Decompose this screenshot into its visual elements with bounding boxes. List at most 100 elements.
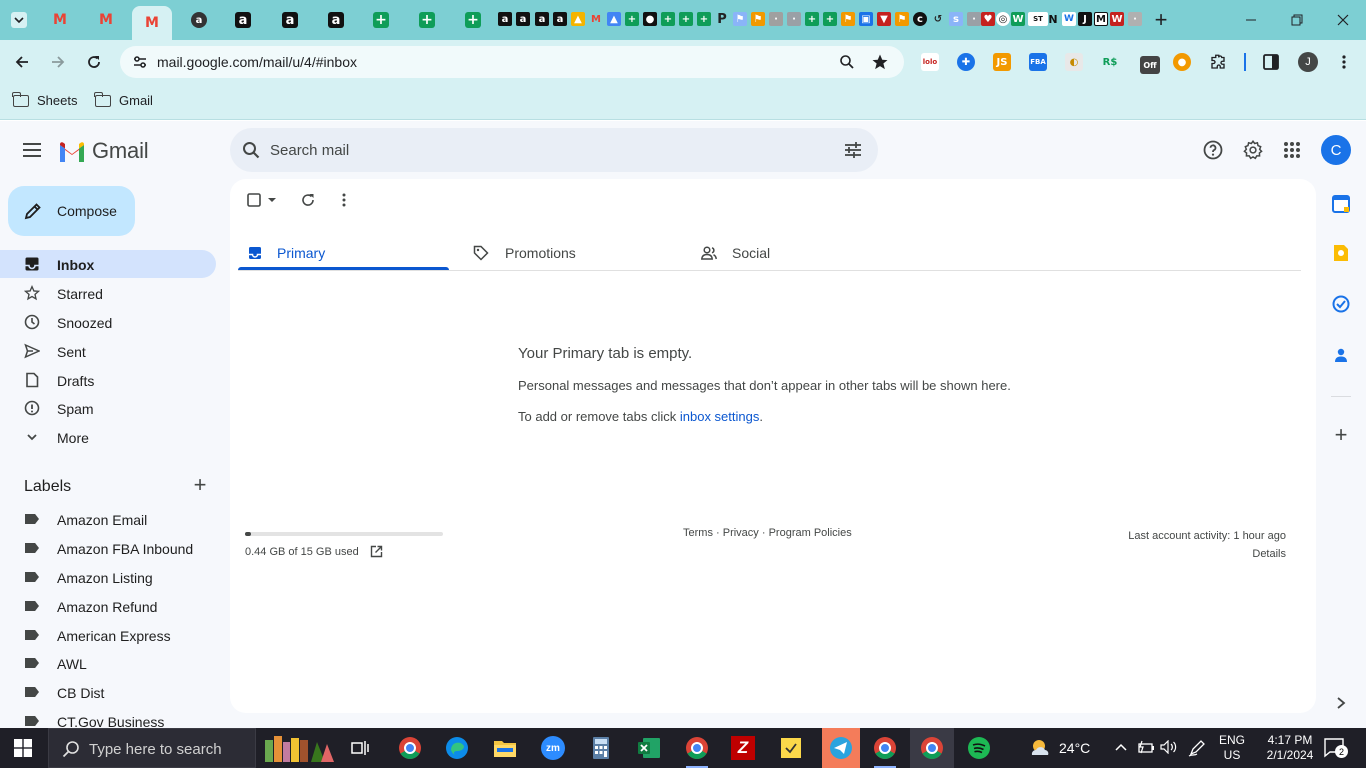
- app-favicon-icon[interactable]: ⚑: [733, 12, 747, 26]
- keep-addon-button[interactable]: [1331, 243, 1351, 263]
- taskbar-search[interactable]: Type here to search: [48, 728, 256, 768]
- taskbar-telegram[interactable]: [822, 728, 860, 768]
- reload-button[interactable]: [80, 48, 108, 76]
- restore-button[interactable]: [1274, 6, 1320, 34]
- search-highlights-button[interactable]: [264, 734, 336, 762]
- label-item[interactable]: Amazon Listing: [0, 563, 216, 591]
- taskbar-calculator[interactable]: [586, 734, 616, 762]
- browser-tab-gmail-active[interactable]: M: [132, 6, 172, 40]
- nav-item-starred[interactable]: Starred: [0, 279, 216, 307]
- app-favicon-icon[interactable]: ●: [643, 12, 657, 26]
- app-favicon-icon[interactable]: ◎: [996, 12, 1010, 26]
- app-favicon-icon[interactable]: P: [715, 12, 729, 27]
- label-item[interactable]: AWL: [0, 649, 216, 677]
- sheets-favicon-icon[interactable]: +: [823, 12, 837, 26]
- apps-button[interactable]: [1280, 138, 1304, 162]
- taskbar-chrome-profile-2[interactable]: [870, 734, 900, 768]
- drive-favicon-icon[interactable]: ▲: [571, 12, 585, 26]
- nav-item-sent[interactable]: Sent: [0, 337, 216, 365]
- app-favicon-icon[interactable]: ⚑: [895, 12, 909, 26]
- extension-icon[interactable]: JS: [993, 53, 1011, 71]
- taskbar-sticky-notes[interactable]: [776, 734, 806, 762]
- taskbar-chrome-profile-1[interactable]: [682, 734, 712, 768]
- app-favicon-icon[interactable]: ♥: [981, 12, 995, 26]
- nav-item-drafts[interactable]: Drafts: [0, 366, 216, 394]
- more-actions-button[interactable]: [339, 192, 349, 208]
- label-item[interactable]: CT.Gov Business: [0, 707, 216, 728]
- select-checkbox[interactable]: [247, 192, 261, 208]
- profile-avatar[interactable]: J: [1298, 52, 1318, 72]
- details-link[interactable]: Details: [1128, 545, 1286, 563]
- app-favicon-icon[interactable]: ▼: [877, 12, 891, 26]
- language-indicator[interactable]: ENG US: [1219, 733, 1245, 763]
- label-item[interactable]: CB Dist: [0, 678, 216, 706]
- refresh-button[interactable]: [301, 192, 315, 208]
- volume-icon[interactable]: [1160, 739, 1178, 757]
- extensions-puzzle-icon[interactable]: [1209, 53, 1227, 71]
- app-favicon-icon[interactable]: c: [913, 12, 927, 26]
- app-favicon-icon[interactable]: s: [949, 12, 963, 26]
- app-favicon-icon[interactable]: ▣: [859, 12, 873, 26]
- battery-icon[interactable]: [1136, 740, 1154, 757]
- bookmark-star-icon[interactable]: [871, 53, 889, 71]
- search-options-icon[interactable]: [844, 141, 862, 159]
- browser-tab-amazon-1[interactable]: a: [230, 8, 256, 32]
- taskbar-spotify[interactable]: [964, 734, 994, 762]
- weather-temperature[interactable]: 24°C: [1059, 740, 1090, 756]
- app-favicon-icon[interactable]: M: [1094, 12, 1108, 26]
- amazon-favicon-icon[interactable]: a: [535, 12, 549, 26]
- extension-icon[interactable]: R$: [1101, 53, 1119, 71]
- minimize-button[interactable]: [1228, 6, 1274, 34]
- app-favicon-icon[interactable]: ·: [1128, 12, 1142, 26]
- nav-item-more[interactable]: More: [0, 423, 216, 451]
- forward-button[interactable]: [44, 48, 72, 76]
- account-avatar[interactable]: C: [1321, 135, 1351, 165]
- tray-overflow-button[interactable]: [1114, 740, 1128, 757]
- extension-icon[interactable]: Off: [1140, 56, 1160, 74]
- main-menu-button[interactable]: [20, 138, 44, 162]
- browser-tab-gmail-2[interactable]: M: [93, 8, 119, 32]
- gmail-favicon-icon[interactable]: M: [589, 12, 603, 26]
- taskbar-excel[interactable]: [634, 734, 664, 762]
- extension-icon[interactable]: ◐: [1065, 53, 1083, 71]
- program-policies-link[interactable]: Program Policies: [769, 527, 852, 539]
- app-favicon-icon[interactable]: W: [1110, 12, 1124, 26]
- label-item[interactable]: American Express: [0, 621, 216, 649]
- privacy-link[interactable]: Privacy: [723, 527, 759, 539]
- app-favicon-icon[interactable]: ⚑: [841, 12, 855, 26]
- taskbar-search-input[interactable]: Type here to search: [89, 741, 222, 758]
- tab-search-button[interactable]: [6, 8, 32, 32]
- amazon-favicon-icon[interactable]: a: [553, 12, 567, 26]
- taskbar-filezilla[interactable]: Z: [728, 734, 758, 762]
- taskbar-edge[interactable]: [442, 734, 472, 762]
- sheets-favicon-icon[interactable]: +: [805, 12, 819, 26]
- contacts-addon-button[interactable]: [1331, 345, 1351, 365]
- label-item[interactable]: Amazon Refund: [0, 592, 216, 620]
- new-tab-button[interactable]: +: [1144, 6, 1178, 34]
- close-window-button[interactable]: [1320, 6, 1366, 34]
- browser-tab-sheets-2[interactable]: +: [414, 8, 440, 32]
- extension-icon[interactable]: ✚: [957, 53, 975, 71]
- get-addons-button[interactable]: +: [1331, 422, 1351, 447]
- inbox-settings-link[interactable]: inbox settings: [680, 409, 760, 424]
- address-bar[interactable]: mail.google.com/mail/u/4/#inbox: [120, 46, 904, 78]
- kebab-menu-icon[interactable]: [1336, 54, 1352, 70]
- tab-promotions[interactable]: Promotions: [460, 232, 680, 272]
- sheets-favicon-icon[interactable]: +: [625, 12, 639, 26]
- history-favicon-icon[interactable]: ↺: [931, 12, 945, 26]
- browser-tab-sheets-1[interactable]: +: [368, 8, 394, 32]
- taskbar-zoom[interactable]: zm: [538, 734, 568, 762]
- taskbar-file-explorer[interactable]: [490, 734, 520, 762]
- tasks-addon-button[interactable]: [1331, 294, 1351, 314]
- tab-social[interactable]: Social: [690, 232, 910, 272]
- amazon-favicon-icon[interactable]: a: [498, 12, 512, 26]
- app-favicon-icon[interactable]: ⚑: [751, 12, 765, 26]
- label-item[interactable]: Amazon FBA Inbound: [0, 534, 216, 562]
- search-bar[interactable]: Search mail: [230, 128, 878, 172]
- app-favicon-icon[interactable]: W: [1011, 12, 1025, 26]
- nav-item-snoozed[interactable]: Snoozed: [0, 308, 216, 336]
- compose-button[interactable]: Compose: [8, 186, 135, 236]
- side-panel-icon[interactable]: [1263, 54, 1279, 70]
- clock[interactable]: 4:17 PM 2/1/2024: [1257, 733, 1323, 763]
- sheets-favicon-icon[interactable]: +: [661, 12, 675, 26]
